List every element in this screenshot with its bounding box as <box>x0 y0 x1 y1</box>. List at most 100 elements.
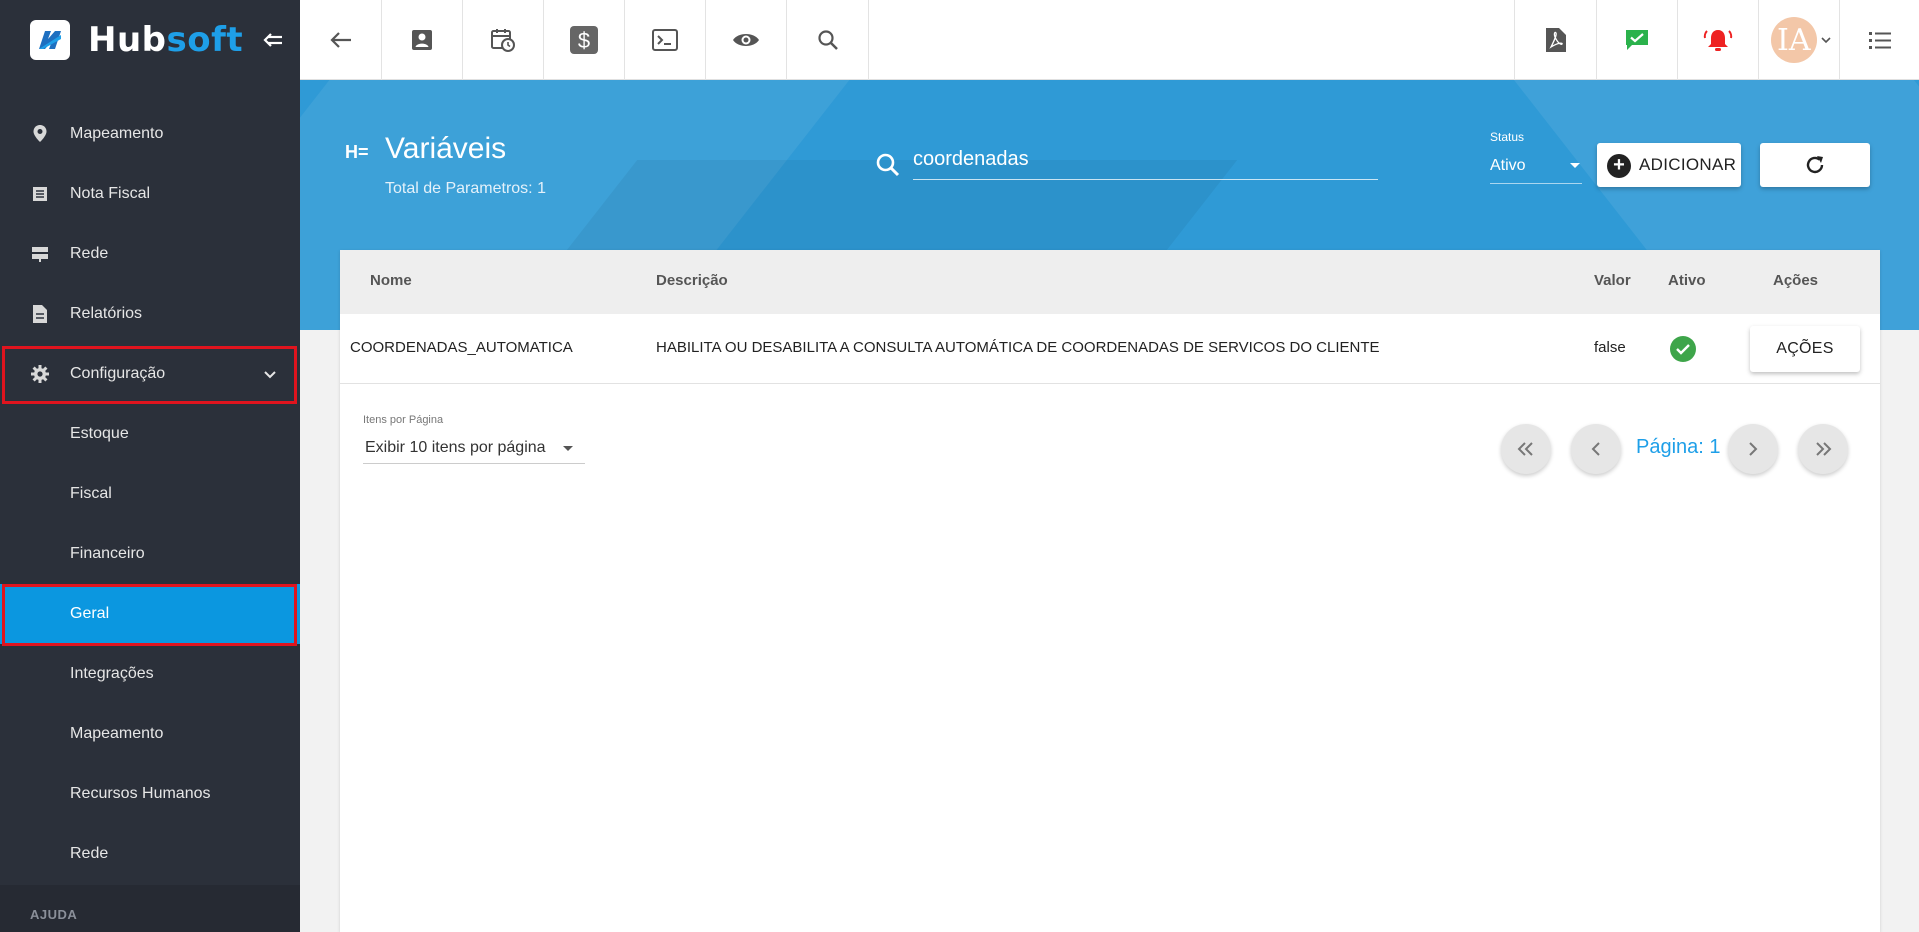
network-icon <box>29 243 51 265</box>
sidebar-subitem-label: Fiscal <box>70 485 112 502</box>
report-icon <box>29 303 51 325</box>
sidebar-subitem-integracoes[interactable]: Integrações <box>0 644 300 704</box>
sidebar-subitem-estoque[interactable]: Estoque <box>0 404 300 464</box>
dropdown-caret-icon <box>1570 163 1580 168</box>
column-header-descricao[interactable]: Descrição <box>656 272 728 289</box>
items-per-page-value: Exibir 10 itens por página <box>365 438 546 456</box>
sidebar: Hubsoft Mapeamento Nota Fiscal Rede Rela… <box>0 0 300 932</box>
sidebar-item-label: Configuração <box>70 365 166 382</box>
items-per-page-select[interactable]: Exibir 10 itens por página <box>363 432 585 464</box>
variables-icon: H= <box>345 142 369 162</box>
dropdown-caret-icon <box>563 446 573 451</box>
chat-check-icon <box>1626 30 1648 50</box>
menu-button[interactable] <box>1839 0 1919 80</box>
contact-card-icon <box>412 30 432 50</box>
search-icon <box>875 152 901 183</box>
sidebar-item-mapeamento[interactable]: Mapeamento <box>0 104 300 164</box>
sidebar-item-label: Rede <box>70 245 109 262</box>
sidebar-item-label: Mapeamento <box>70 125 164 142</box>
terminal-icon <box>652 29 678 51</box>
chat-button[interactable] <box>1596 0 1677 80</box>
receipt-icon <box>29 183 51 205</box>
help-label: AJUDA <box>30 907 78 922</box>
double-chevron-left-icon <box>1517 442 1533 456</box>
logo[interactable]: Hubsoft <box>0 0 300 80</box>
double-chevron-right-icon <box>1816 442 1832 456</box>
help-section: AJUDA <box>0 885 300 932</box>
cell-valor: false <box>1594 339 1626 356</box>
search-icon <box>817 30 838 50</box>
contacts-button[interactable] <box>382 0 463 80</box>
arrow-left-icon <box>329 32 351 48</box>
sidebar-item-relatorios[interactable]: Relatórios <box>0 284 300 344</box>
actions-button[interactable]: AÇÕES <box>1750 326 1860 372</box>
logo-text: Hubsoft <box>88 20 244 60</box>
page-title: Variáveis <box>385 132 507 165</box>
alarm-bell-icon <box>1703 30 1733 51</box>
sidebar-subitem-label: Rede <box>70 845 109 862</box>
calendar-clock-icon <box>491 29 515 52</box>
sidebar-subitem-fiscal[interactable]: Fiscal <box>0 464 300 524</box>
search-button[interactable] <box>787 0 869 80</box>
column-header-nome[interactable]: Nome <box>370 272 412 289</box>
collapse-sidebar-icon[interactable] <box>262 30 284 50</box>
cell-nome: COORDENADAS_AUTOMATICA <box>350 339 573 356</box>
table-row[interactable]: COORDENADAS_AUTOMATICA HABILITA OU DESAB… <box>340 314 1880 384</box>
sidebar-subitem-rede[interactable]: Rede <box>0 824 300 884</box>
page-indicator: Página: 1 <box>1636 436 1721 458</box>
sidebar-subitem-label: Integrações <box>70 665 154 682</box>
add-button[interactable]: + ADICIONAR <box>1597 143 1741 187</box>
view-button[interactable] <box>706 0 787 80</box>
top-toolbar: $ IA <box>300 0 1919 80</box>
items-per-page-label: Itens por Página <box>363 414 444 426</box>
sidebar-subitem-label: Estoque <box>70 425 129 442</box>
prev-page-button[interactable] <box>1571 424 1621 474</box>
finance-button[interactable]: $ <box>544 0 625 80</box>
chevron-right-icon <box>1749 442 1758 456</box>
table-header: Nome Descrição Valor Ativo Ações <box>340 250 1880 314</box>
active-check-icon <box>1670 336 1696 362</box>
sidebar-subitem-mapeamento[interactable]: Mapeamento <box>0 704 300 764</box>
first-page-button[interactable] <box>1501 424 1551 474</box>
sidebar-subitem-recursos-humanos[interactable]: Recursos Humanos <box>0 764 300 824</box>
sidebar-subitem-label: Recursos Humanos <box>70 785 211 802</box>
sidebar-subitem-financeiro[interactable]: Financeiro <box>0 524 300 584</box>
schedule-button[interactable] <box>463 0 544 80</box>
list-menu-icon <box>1868 32 1891 49</box>
variables-card: Nome Descrição Valor Ativo Ações COORDEN… <box>340 250 1880 932</box>
sidebar-item-configuracao[interactable]: Configuração <box>0 344 300 404</box>
plus-circle-icon: + <box>1607 154 1631 178</box>
sidebar-item-label: Relatórios <box>70 305 143 322</box>
sidebar-subitem-label: Mapeamento <box>70 725 164 742</box>
svg-text:$: $ <box>578 28 590 53</box>
column-header-ativo[interactable]: Ativo <box>1668 272 1706 289</box>
column-header-valor[interactable]: Valor <box>1594 272 1631 289</box>
avatar: IA <box>1771 17 1817 63</box>
chevron-down-icon <box>1821 37 1831 44</box>
terminal-button[interactable] <box>625 0 706 80</box>
user-menu-button[interactable]: IA <box>1758 0 1839 80</box>
sidebar-item-rede[interactable]: Rede <box>0 224 300 284</box>
refresh-button[interactable] <box>1760 143 1870 187</box>
add-button-label: ADICIONAR <box>1639 155 1737 174</box>
search-input[interactable] <box>913 140 1378 180</box>
status-value: Ativo <box>1490 156 1526 174</box>
pdf-button[interactable] <box>1514 0 1596 80</box>
gear-icon <box>29 363 51 385</box>
dollar-icon: $ <box>570 26 598 54</box>
chevron-left-icon <box>1591 442 1600 456</box>
refresh-icon <box>1806 156 1824 174</box>
map-pin-icon <box>29 123 51 145</box>
sidebar-item-nota-fiscal[interactable]: Nota Fiscal <box>0 164 300 224</box>
status-select[interactable]: Ativo <box>1490 148 1582 184</box>
sidebar-subitem-geral[interactable]: Geral <box>0 584 300 644</box>
sidebar-subitem-label: Geral <box>70 605 110 622</box>
last-page-button[interactable] <box>1798 424 1848 474</box>
column-header-acoes: Ações <box>1773 272 1819 289</box>
chevron-down-icon <box>264 366 276 384</box>
hubsoft-logo-icon <box>30 20 70 60</box>
pdf-icon <box>1545 28 1566 52</box>
next-page-button[interactable] <box>1728 424 1778 474</box>
back-button[interactable] <box>300 0 382 80</box>
alerts-button[interactable] <box>1677 0 1758 80</box>
